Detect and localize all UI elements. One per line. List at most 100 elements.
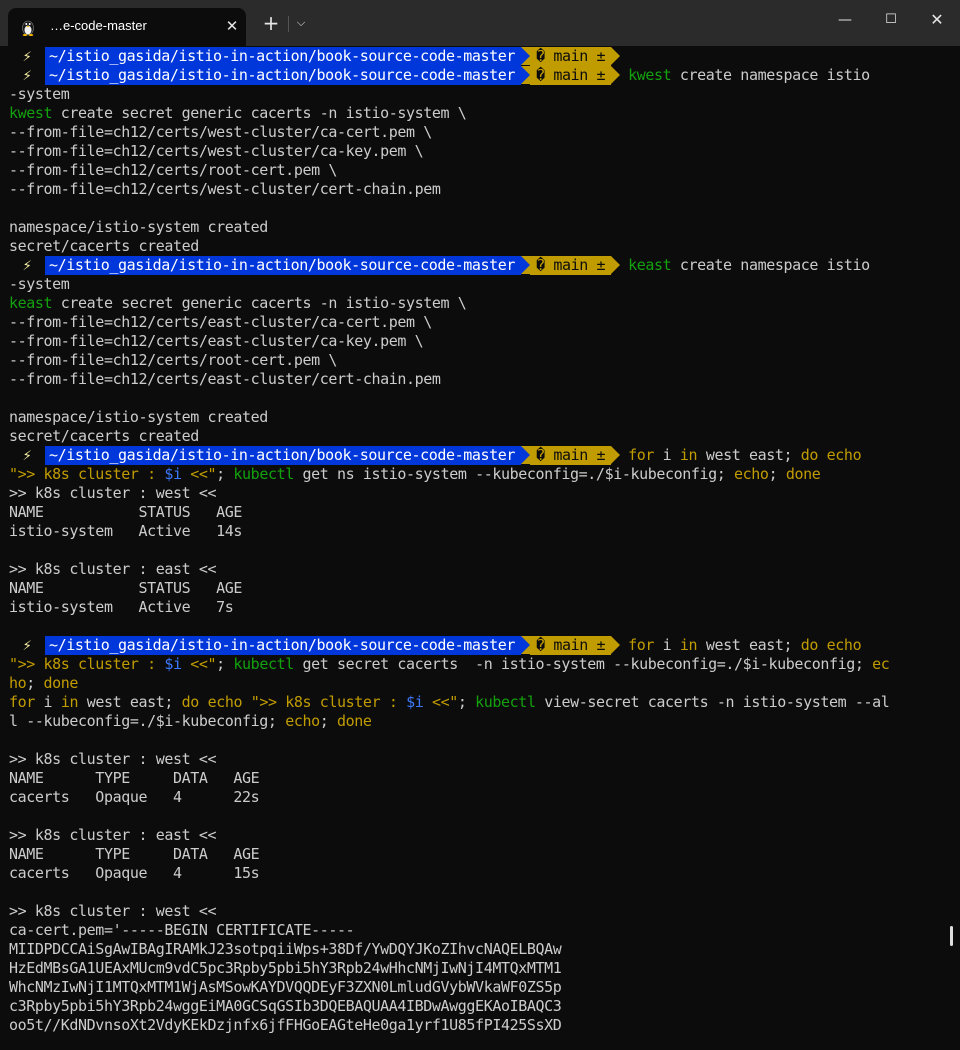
close-window-button[interactable]: ✕	[914, 0, 960, 40]
powerline-arrow-icon	[521, 446, 531, 464]
prompt-line: ⚡ ~/istio_gasida/istio-in-action/book-sou…	[9, 66, 951, 85]
command-token: i	[654, 636, 680, 654]
prompt-path: ~/istio_gasida/istio-in-action/book-sour…	[45, 636, 522, 655]
output-token: i	[34, 693, 61, 711]
output-token: kubectl	[233, 655, 294, 673]
prompt-line: ⚡ ~/istio_gasida/istio-in-action/book-sou…	[9, 446, 951, 465]
output-line: secret/cacerts created	[9, 237, 951, 256]
chevron-down-icon[interactable]: ⌵	[292, 12, 310, 34]
prompt-path: ~/istio_gasida/istio-in-action/book-sour…	[45, 66, 522, 85]
output-token: cacerts Opaque 4 15s	[9, 864, 260, 882]
output-token: --from-file=ch12/certs/east-cluster/ca-k…	[9, 332, 424, 350]
prompt-line: ⚡ ~/istio_gasida/istio-in-action/book-sou…	[9, 256, 951, 275]
command-token: for	[628, 636, 655, 654]
new-tab-button[interactable]: +	[260, 12, 282, 34]
output-token: view-secret cacerts -n istio-system --al	[535, 693, 890, 711]
output-token: >> k8s cluster : west <<	[9, 902, 217, 920]
output-line: --from-file=ch12/certs/west-cluster/ca-c…	[9, 123, 951, 142]
powerline-arrow-icon	[521, 66, 531, 84]
command-token: in	[679, 636, 698, 654]
prompt-git-branch: � main ±	[530, 636, 612, 655]
output-token: for	[9, 693, 35, 711]
output-token: MIIDPDCCAiSgAwIBAgIRAMkJ23sotpqiiWps+38D…	[9, 940, 562, 958]
minimize-button[interactable]: —	[822, 0, 868, 40]
output-line: >> k8s cluster : west <<	[9, 902, 951, 921]
prompt-git-branch: � main ±	[530, 446, 612, 465]
powerline-arrow-icon	[611, 256, 621, 274]
scrollbar-thumb[interactable]	[950, 926, 953, 946]
output-token: ;	[26, 674, 44, 692]
output-token: HzEdMBsGA1UEAxMUcm9vdC5pc3Rpby5pbi5hY3Rp…	[9, 959, 562, 977]
powerline-arrow-icon	[521, 47, 531, 65]
command-token: do	[800, 446, 819, 464]
output-token: namespace/istio-system created	[9, 408, 268, 426]
command-token: create namespace istio	[671, 256, 870, 274]
output-line: NAME TYPE DATA AGE	[9, 769, 951, 788]
output-token: >> k8s cluster : west <<	[9, 484, 217, 502]
output-token: done	[336, 712, 372, 730]
command-token: west east;	[697, 446, 801, 464]
output-token: istio-system Active 7s	[9, 598, 234, 616]
output-line: --from-file=ch12/certs/east-cluster/ca-k…	[9, 332, 951, 351]
powerline-arrow-icon	[521, 256, 531, 274]
maximize-button[interactable]: ☐	[868, 0, 914, 40]
close-tab-icon[interactable]: ✕	[222, 16, 242, 36]
output-token: --from-file=ch12/certs/east-cluster/ca-c…	[9, 313, 432, 331]
command-token: i	[654, 446, 680, 464]
output-line: --from-file=ch12/certs/root-cert.pem \	[9, 161, 951, 180]
prompt-command	[620, 47, 628, 65]
output-token: ;	[216, 655, 234, 673]
command-token	[818, 636, 827, 654]
output-token: echo	[285, 712, 320, 730]
output-token: ">> k8s cluster :	[9, 465, 165, 483]
output-line: secret/cacerts created	[9, 427, 951, 446]
output-line: --from-file=ch12/certs/west-cluster/cert…	[9, 180, 951, 199]
output-token: NAME STATUS AGE	[9, 579, 243, 597]
prompt-command: kwest create namespace istio	[620, 66, 870, 84]
output-token	[242, 693, 251, 711]
output-token: --from-file=ch12/certs/east-cluster/cert…	[9, 370, 441, 388]
title-bar: …e-code-master ✕ + ⌵ — ☐ ✕	[0, 0, 960, 46]
prompt-line: ⚡ ~/istio_gasida/istio-in-action/book-sou…	[9, 47, 951, 66]
output-token: NAME TYPE DATA AGE	[9, 845, 260, 863]
output-token: -kubeconfig;	[621, 465, 735, 483]
output-token: <<"	[423, 693, 458, 711]
output-token: get secret cacerts -n istio-system --kub…	[293, 655, 873, 673]
output-token: --from-file=ch12/certs/west-cluster/ca-k…	[9, 142, 424, 160]
output-token: get ns istio-system --kubeconfig=./	[293, 465, 605, 483]
output-token: --from-file=ch12/certs/west-cluster/cert…	[9, 180, 441, 198]
output-token: --from-file=ch12/certs/root-cert.pem \	[9, 161, 337, 179]
output-token: kubectl	[475, 693, 536, 711]
prompt-command: keast create namespace istio	[620, 256, 870, 274]
output-token: echo	[734, 465, 769, 483]
output-token: --from-file=ch12/certs/root-cert.pem \	[9, 351, 337, 369]
output-line: MIIDPDCCAiSgAwIBAgIRAMkJ23sotpqiiWps+38D…	[9, 940, 951, 959]
lightning-icon: ⚡	[22, 636, 32, 654]
command-token: west east;	[697, 636, 801, 654]
output-token: >> k8s cluster : east <<	[9, 560, 217, 578]
output-token: ;	[319, 712, 337, 730]
output-line: l --kubeconfig=./$i-kubeconfig; echo; do…	[9, 712, 951, 731]
output-line: HzEdMBsGA1UEAxMUcm9vdC5pc3Rpby5pbi5hY3Rp…	[9, 959, 951, 978]
output-token: in	[60, 693, 79, 711]
powerline-arrow-icon	[521, 636, 531, 654]
output-token: done	[43, 674, 79, 692]
lightning-icon: ⚡	[22, 256, 32, 274]
terminal-output[interactable]: ⚡ ~/istio_gasida/istio-in-action/book-sou…	[0, 46, 960, 1050]
output-token: keast	[9, 294, 53, 312]
output-token: west east;	[78, 693, 182, 711]
output-token: >> k8s cluster : west <<	[9, 750, 217, 768]
terminal-tab[interactable]: …e-code-master ✕	[8, 8, 246, 46]
powerline-arrow-icon	[611, 446, 621, 464]
command-token: kwest	[628, 66, 672, 84]
output-line: NAME STATUS AGE	[9, 579, 951, 598]
lightning-icon: ⚡	[22, 446, 32, 464]
output-token: <<"	[181, 655, 217, 673]
output-line: keast create secret generic cacerts -n i…	[9, 294, 951, 313]
output-token: --from-file=ch12/certs/west-cluster/ca-c…	[9, 123, 432, 141]
prompt-git-branch: � main ±	[530, 256, 612, 275]
